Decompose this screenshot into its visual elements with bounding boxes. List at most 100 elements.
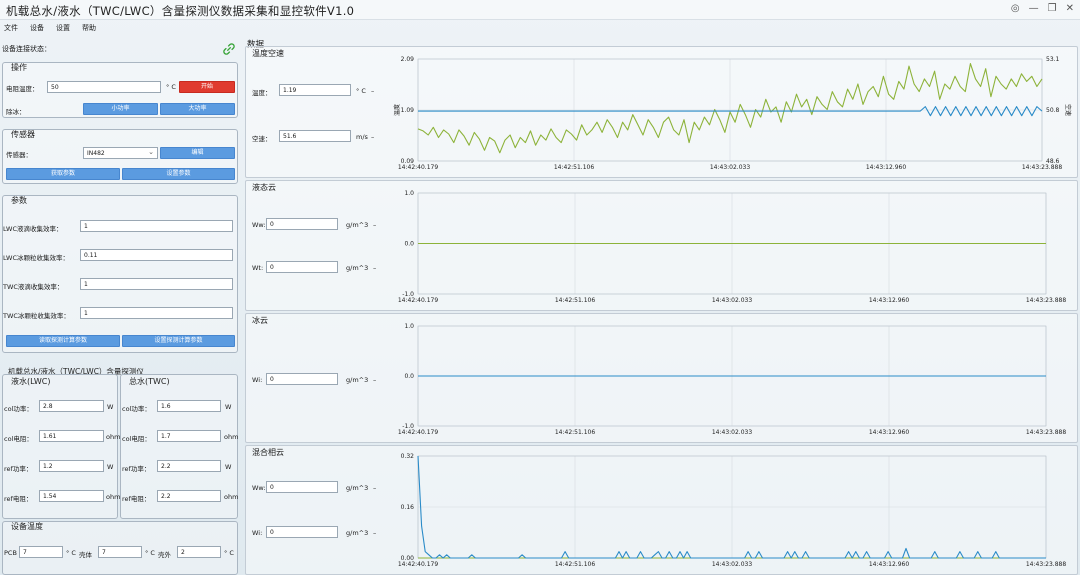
lwc-col-resistance-input[interactable]: 1.61 [39, 430, 104, 442]
x-tick-label: 14:43:02.033 [712, 429, 752, 436]
mixed-cloud-panel: 混合相云 Ww: 0 g/m^3 – Wi: 0 g/m^3 – 14:42:4… [245, 445, 1078, 575]
x-tick-label: 14:43:23.888 [1022, 164, 1062, 171]
x-tick-label: 14:42:40.179 [398, 297, 438, 304]
deice-label: 除冰： [6, 108, 26, 116]
liquid-wt-input[interactable]: 0 [266, 261, 338, 273]
menu-device[interactable]: 设备 [30, 23, 44, 33]
operation-title: 操作 [11, 63, 27, 72]
twc-ice-eff-input[interactable]: 1 [80, 307, 233, 319]
set-calc-params-button[interactable]: 设置探测计算参数 [122, 335, 235, 347]
lwc-title: 液水(LWC) [11, 377, 51, 386]
link-icon [223, 43, 235, 55]
data-area: 数据 温度空速 温度： 1.19 ° C – 空速： 51.6 m/s – 14… [243, 36, 1078, 575]
heater-temp-input[interactable]: 50 [47, 81, 161, 93]
temp-speed-chart: 14:42:40.179 14:42:51.106 14:43:02.033 14:4… [393, 56, 1072, 171]
pcb-temp-unit: ° C [66, 549, 76, 557]
params-title: 参数 [11, 196, 27, 205]
lwc-row-label: ref功率： [4, 465, 33, 473]
twc-row-label: ref功率： [122, 465, 151, 473]
read-calc-params-button[interactable]: 读取探测计算参数 [6, 335, 120, 347]
start-button[interactable]: 开始 [179, 81, 235, 93]
lwc-row-label: col功率： [4, 405, 33, 413]
wi-unit: g/m^3 [346, 376, 369, 384]
x-tick-label: 14:42:51.106 [555, 297, 595, 304]
ice-cloud-panel: 冰云 Wi: 0 g/m^3 – 14:42:40.179 14:42:51.10… [245, 313, 1078, 443]
right-axis-label: 空速 [1064, 104, 1072, 116]
twc-ref-resistance-input[interactable]: 2.2 [157, 490, 221, 502]
temp-input[interactable]: 1.19 [279, 84, 351, 96]
menu-help[interactable]: 帮助 [82, 23, 96, 33]
twc-row-label: col电阻： [122, 435, 151, 443]
shell-temp-label: 壳体 [79, 551, 92, 559]
location-icon[interactable]: ◎ [1011, 3, 1020, 14]
twc-droplet-eff-input[interactable]: 1 [80, 278, 233, 290]
y-tick-label: 1.0 [404, 323, 414, 330]
lwc-ice-eff-input[interactable]: 0.11 [80, 249, 233, 261]
param-label: TWC液滴收集效率： [3, 283, 64, 291]
mixed-wi-input[interactable]: 0 [266, 526, 338, 538]
minimize-icon[interactable]: — [1029, 3, 1039, 14]
ice-wi-input[interactable]: 0 [266, 373, 338, 385]
restore-icon[interactable]: ❐ [1048, 3, 1057, 14]
twc-col-power-input[interactable]: 1.6 [157, 400, 221, 412]
pcb-temp-label: PCB [4, 549, 17, 557]
liquid-ww-input[interactable]: 0 [266, 218, 338, 230]
param-label: LWC液滴收集效率： [3, 225, 63, 233]
operation-group: 操作 电阻温度： 50 ° C 开始 除冰： 小功率 大功率 [2, 62, 238, 118]
pcb-temp-input[interactable]: 7 [19, 546, 63, 558]
edit-sensor-button[interactable]: 编辑 [160, 147, 235, 159]
y-tick-label: 2.09 [401, 56, 415, 63]
left-panel: 设备连接状态： 操作 电阻温度： 50 ° C 开始 除冰： 小功率 大功率 传… [0, 36, 242, 575]
x-tick-label: 14:42:51.106 [555, 429, 595, 436]
x-tick-label: 14:43:02.033 [712, 297, 752, 304]
outside-temp-input[interactable]: 2 [177, 546, 221, 558]
liquid-cloud-chart: 14:42:40.179 14:42:51.106 14:43:02.033 14:4… [398, 190, 1066, 304]
lwc-row-label: col电阻： [4, 435, 33, 443]
temp-label: 温度： [252, 89, 272, 97]
y-tick-label: 0.09 [401, 158, 415, 165]
lwc-ref-power-input[interactable]: 1.2 [39, 460, 104, 472]
outside-temp-unit: ° C [224, 549, 234, 557]
shell-temp-unit: ° C [145, 549, 155, 557]
y-tick-label: 1.09 [401, 107, 415, 114]
sensor-select[interactable]: IN482 ⌄ [83, 147, 158, 159]
outside-temp-label: 壳外 [158, 551, 171, 559]
twc-ref-power-input[interactable]: 2.2 [157, 460, 221, 472]
device-temp-title: 设备温度 [11, 522, 43, 531]
lwc-row-label: ref电阻： [4, 495, 33, 503]
menu-settings[interactable]: 设置 [56, 23, 70, 33]
probe-group: 机载总水/液水（TWC/LWC）含量探测仪 液水(LWC) col功率： 2.8… [2, 366, 238, 519]
shell-temp-input[interactable]: 7 [98, 546, 142, 558]
lwc-col-power-input[interactable]: 2.8 [39, 400, 104, 412]
speed-input[interactable]: 51.6 [279, 130, 351, 142]
x-tick-label: 14:43:23.888 [1026, 561, 1066, 568]
menu-file[interactable]: 文件 [4, 23, 18, 33]
right-y-tick-label: 50.8 [1046, 107, 1060, 114]
app-title: 机载总水/液水（TWC/LWC）含量探测仪数据采集和显控软件V1.0 [6, 4, 355, 18]
temp-unit: ° C [356, 87, 366, 95]
sensor-select-value: IN482 [87, 150, 105, 157]
low-power-button[interactable]: 小功率 [83, 103, 158, 115]
twc-col-resistance-input[interactable]: 1.7 [157, 430, 221, 442]
mixed-cloud-title: 混合相云 [252, 448, 284, 457]
twc-row-unit: W [225, 403, 232, 411]
twc-title: 总水(TWC) [129, 377, 170, 386]
connection-status: 设备连接状态： [2, 43, 238, 56]
window-controls: ◎ — ❐ ✕ [1011, 3, 1074, 14]
lwc-ref-resistance-input[interactable]: 1.54 [39, 490, 104, 502]
sensor-group: 传感器 传感器： IN482 ⌄ 编辑 获取参数 设置参数 [2, 129, 238, 184]
lwc-droplet-eff-input[interactable]: 1 [80, 220, 233, 232]
right-y-tick-label: 53.1 [1046, 56, 1060, 63]
set-params-button[interactable]: 设置参数 [122, 168, 235, 180]
x-tick-label: 14:42:40.179 [398, 561, 438, 568]
close-icon[interactable]: ✕ [1066, 3, 1074, 14]
mixed-ww-input[interactable]: 0 [266, 481, 338, 493]
lwc-row-unit: ohm [106, 433, 121, 441]
mixed-ww-unit: g/m^3 [346, 484, 369, 492]
high-power-button[interactable]: 大功率 [160, 103, 235, 115]
speed-dash: – [371, 133, 375, 141]
wt-label: Wt: [252, 264, 264, 272]
get-params-button[interactable]: 获取参数 [6, 168, 120, 180]
liquid-cloud-panel: 液态云 Ww: 0 g/m^3 – Wt: 0 g/m^3 – 14:42:40… [245, 180, 1078, 311]
lwc-group: 液水(LWC) col功率： 2.8 W col电阻： 1.61 ohm ref… [2, 374, 121, 519]
